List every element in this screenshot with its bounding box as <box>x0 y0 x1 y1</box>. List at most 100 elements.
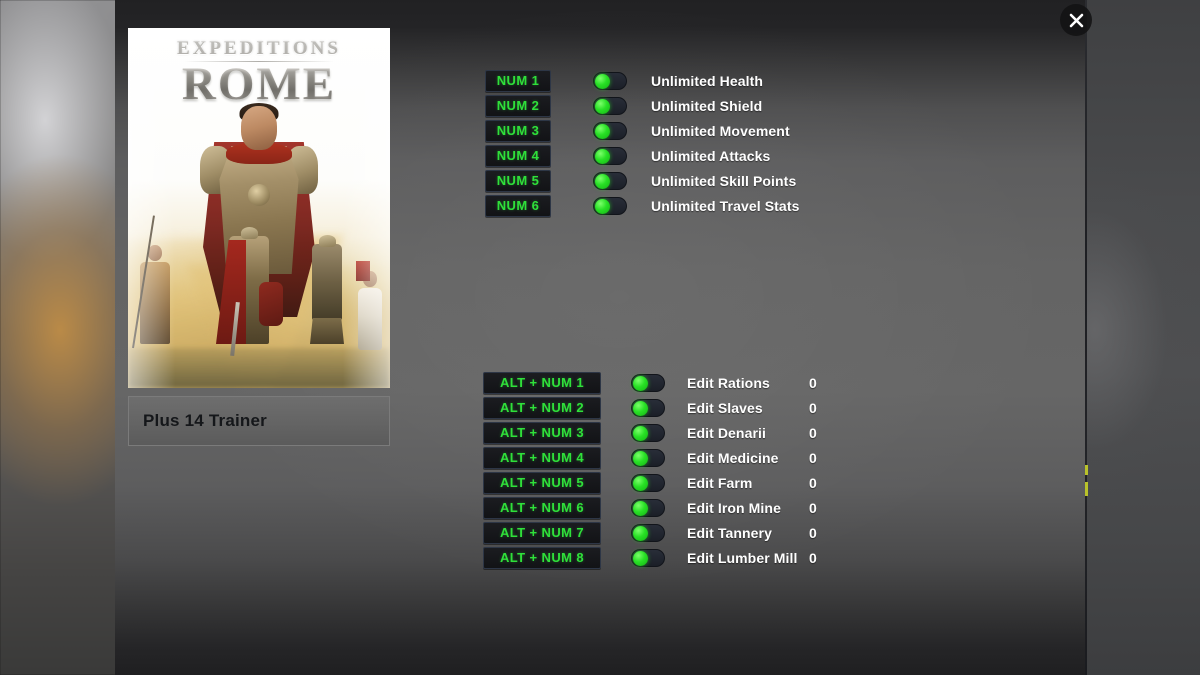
cover-ground <box>128 348 390 388</box>
desktop-backdrop-right <box>1085 0 1200 675</box>
toggle-knob-icon <box>633 375 648 391</box>
edit-option-label: Edit Denarii <box>687 424 766 441</box>
trainer-title-text: Plus 14 Trainer <box>143 411 267 430</box>
toggle-knob-icon <box>595 73 610 89</box>
cheat-option-hotkey-button[interactable]: NUM 5 <box>485 169 551 192</box>
cheat-option-label: Unlimited Movement <box>651 122 790 139</box>
edit-option-row: ALT + NUM 1 Edit Rations 0 <box>483 370 817 395</box>
cheat-option-hotkey-button[interactable]: NUM 4 <box>485 144 551 167</box>
screen: EXPEDITIONS ROME Plus 14 Trainer NUM 1 U… <box>0 0 1200 675</box>
backdrop-right-edge <box>1085 0 1087 675</box>
edit-option-row: ALT + NUM 7 Edit Tannery 0 <box>483 520 817 545</box>
toggle-knob-icon <box>595 123 610 139</box>
toggle-knob-icon <box>633 500 648 516</box>
toggle-knob-icon <box>595 98 610 114</box>
cheat-option-row: NUM 2 Unlimited Shield <box>485 93 799 118</box>
edit-option-value[interactable]: 0 <box>809 500 817 516</box>
game-cover-art: EXPEDITIONS ROME <box>128 28 390 388</box>
edit-option-toggle[interactable] <box>631 548 665 567</box>
cover-figure-spearman <box>132 215 170 349</box>
edit-option-row: ALT + NUM 4 Edit Medicine 0 <box>483 445 817 470</box>
edit-option-toggle[interactable] <box>631 448 665 467</box>
edit-option-row: ALT + NUM 2 Edit Slaves 0 <box>483 395 817 420</box>
edit-option-label: Edit Iron Mine <box>687 499 781 516</box>
cheat-option-toggle[interactable] <box>593 96 627 115</box>
edit-option-hotkey-button[interactable]: ALT + NUM 7 <box>483 521 601 544</box>
edit-option-value[interactable]: 0 <box>809 550 817 566</box>
cover-priestess-body <box>358 288 382 350</box>
toggle-knob-icon <box>633 425 648 441</box>
edit-option-hotkey-button[interactable]: ALT + NUM 3 <box>483 421 601 444</box>
cover-figure-centurion <box>216 227 283 357</box>
edit-option-hotkey-button[interactable]: ALT + NUM 6 <box>483 496 601 519</box>
close-button[interactable] <box>1060 4 1092 36</box>
cover-priestess-banner <box>356 261 370 281</box>
toggle-knob-icon <box>595 148 610 164</box>
edit-option-hotkey-button[interactable]: ALT + NUM 4 <box>483 446 601 469</box>
cheat-option-toggle[interactable] <box>593 121 627 140</box>
edit-option-toggle[interactable] <box>631 473 665 492</box>
cheat-option-label: Unlimited Skill Points <box>651 172 797 189</box>
toggle-knob-icon <box>633 525 648 541</box>
cover-figure-priestess <box>356 261 382 350</box>
cover-legionary-helmet <box>318 235 336 247</box>
cheat-option-label: Unlimited Shield <box>651 97 763 114</box>
trainer-window: EXPEDITIONS ROME Plus 14 Trainer NUM 1 U… <box>115 0 1085 675</box>
edit-option-value[interactable]: 0 <box>809 400 817 416</box>
edit-option-hotkey-button[interactable]: ALT + NUM 2 <box>483 396 601 419</box>
cheat-option-row: NUM 4 Unlimited Attacks <box>485 143 799 168</box>
cheat-option-row: NUM 1 Unlimited Health <box>485 68 799 93</box>
game-cover-column: EXPEDITIONS ROME Plus 14 Trainer <box>128 28 390 446</box>
edit-option-value[interactable]: 0 <box>809 450 817 466</box>
edit-option-label: Edit Farm <box>687 474 753 491</box>
cheat-option-label: Unlimited Travel Stats <box>651 197 800 214</box>
edit-option-row: ALT + NUM 6 Edit Iron Mine 0 <box>483 495 817 520</box>
cheat-option-row: NUM 5 Unlimited Skill Points <box>485 168 799 193</box>
edit-option-hotkey-button[interactable]: ALT + NUM 8 <box>483 546 601 569</box>
edit-option-value[interactable]: 0 <box>809 475 817 491</box>
cheat-option-label: Unlimited Health <box>651 72 764 89</box>
edit-option-label: Edit Tannery <box>687 524 772 541</box>
edit-option-label: Edit Slaves <box>687 399 763 416</box>
edit-option-toggle[interactable] <box>631 498 665 517</box>
toggle-knob-icon <box>633 450 648 466</box>
cover-legionary-body <box>312 244 342 320</box>
cheat-option-hotkey-button[interactable]: NUM 6 <box>485 194 551 217</box>
cheat-option-row: NUM 6 Unlimited Travel Stats <box>485 193 799 218</box>
edit-option-toggle[interactable] <box>631 423 665 442</box>
cheat-option-toggle[interactable] <box>593 146 627 165</box>
cheat-options-group: NUM 1 Unlimited Health NUM 2 Unlimited Shie… <box>485 68 799 218</box>
edit-option-label: Edit Medicine <box>687 449 779 466</box>
edit-option-value[interactable]: 0 <box>809 375 817 391</box>
edit-option-value[interactable]: 0 <box>809 525 817 541</box>
cheat-option-hotkey-button[interactable]: NUM 3 <box>485 119 551 142</box>
toggle-knob-icon <box>633 475 648 491</box>
edit-option-toggle[interactable] <box>631 523 665 542</box>
cover-hero-emblem <box>248 184 270 206</box>
cheat-option-toggle[interactable] <box>593 196 627 215</box>
backdrop-fleck-1 <box>1085 465 1088 475</box>
edit-option-row: ALT + NUM 8 Edit Lumber Mill 0 <box>483 545 817 570</box>
cheat-option-toggle[interactable] <box>593 71 627 90</box>
cheat-option-hotkey-button[interactable]: NUM 1 <box>485 69 551 92</box>
edit-option-toggle[interactable] <box>631 398 665 417</box>
edit-option-value[interactable]: 0 <box>809 425 817 441</box>
cover-hero-head <box>241 106 277 150</box>
cheat-option-row: NUM 3 Unlimited Movement <box>485 118 799 143</box>
edit-option-toggle[interactable] <box>631 373 665 392</box>
cheat-option-label: Unlimited Attacks <box>651 147 771 164</box>
edit-option-label: Edit Lumber Mill <box>687 549 798 566</box>
edit-options-group: ALT + NUM 1 Edit Rations 0 ALT + NUM 2 Edit … <box>483 370 817 570</box>
game-logo-top-text: EXPEDITIONS <box>177 38 341 59</box>
edit-option-hotkey-button[interactable]: ALT + NUM 5 <box>483 471 601 494</box>
cheat-option-toggle[interactable] <box>593 171 627 190</box>
game-logo: EXPEDITIONS ROME <box>128 38 390 107</box>
cheat-option-hotkey-button[interactable]: NUM 2 <box>485 94 551 117</box>
cover-legionary-skirt <box>310 318 344 344</box>
toggle-knob-icon <box>595 173 610 189</box>
edit-option-row: ALT + NUM 3 Edit Denarii 0 <box>483 420 817 445</box>
backdrop-fleck-2 <box>1085 482 1088 496</box>
toggle-knob-icon <box>595 198 610 214</box>
toggle-knob-icon <box>633 400 648 416</box>
edit-option-hotkey-button[interactable]: ALT + NUM 1 <box>483 371 601 394</box>
